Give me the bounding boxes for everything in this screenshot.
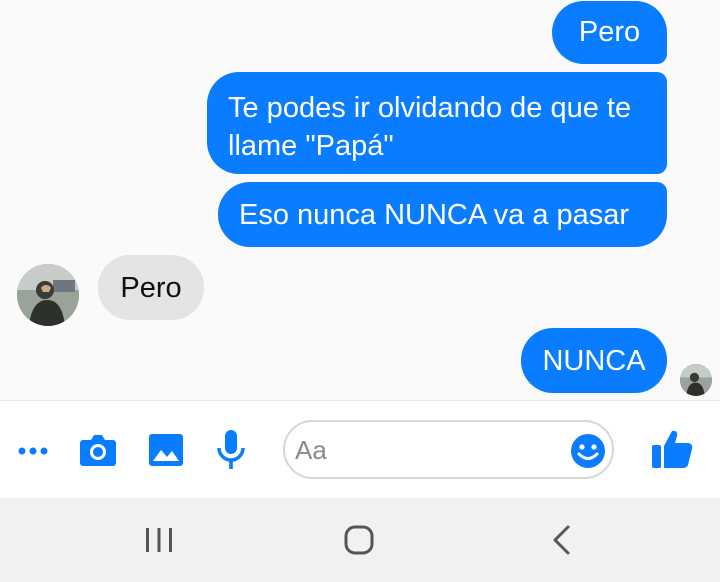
- back-icon[interactable]: [548, 524, 576, 556]
- message-bubble-outgoing[interactable]: Pero: [552, 1, 667, 64]
- camera-icon[interactable]: [78, 430, 118, 470]
- home-icon[interactable]: [343, 524, 375, 556]
- emoji-icon[interactable]: [570, 433, 606, 469]
- image-icon[interactable]: [146, 430, 186, 470]
- avatar-photo: [17, 264, 79, 326]
- message-bubble-incoming[interactable]: Pero: [98, 255, 204, 320]
- seen-indicator-avatar: [680, 364, 712, 396]
- recent-apps-icon[interactable]: [143, 526, 175, 554]
- avatar-photo: [680, 364, 712, 396]
- message-bubble-outgoing[interactable]: Eso nunca NUNCA va a pasar: [218, 182, 667, 247]
- microphone-icon[interactable]: [211, 428, 251, 472]
- contact-avatar[interactable]: [17, 264, 79, 326]
- more-icon[interactable]: [14, 433, 52, 469]
- message-bubble-outgoing[interactable]: Te podes ir olvidando de que te llame "P…: [207, 72, 667, 174]
- thumbs-up-icon[interactable]: [648, 425, 696, 473]
- message-bubble-outgoing[interactable]: NUNCA: [521, 328, 667, 393]
- message-thread: Pero Te podes ir olvidando de que te lla…: [0, 0, 720, 400]
- message-input[interactable]: [295, 434, 565, 466]
- message-input-wrapper: [283, 420, 614, 479]
